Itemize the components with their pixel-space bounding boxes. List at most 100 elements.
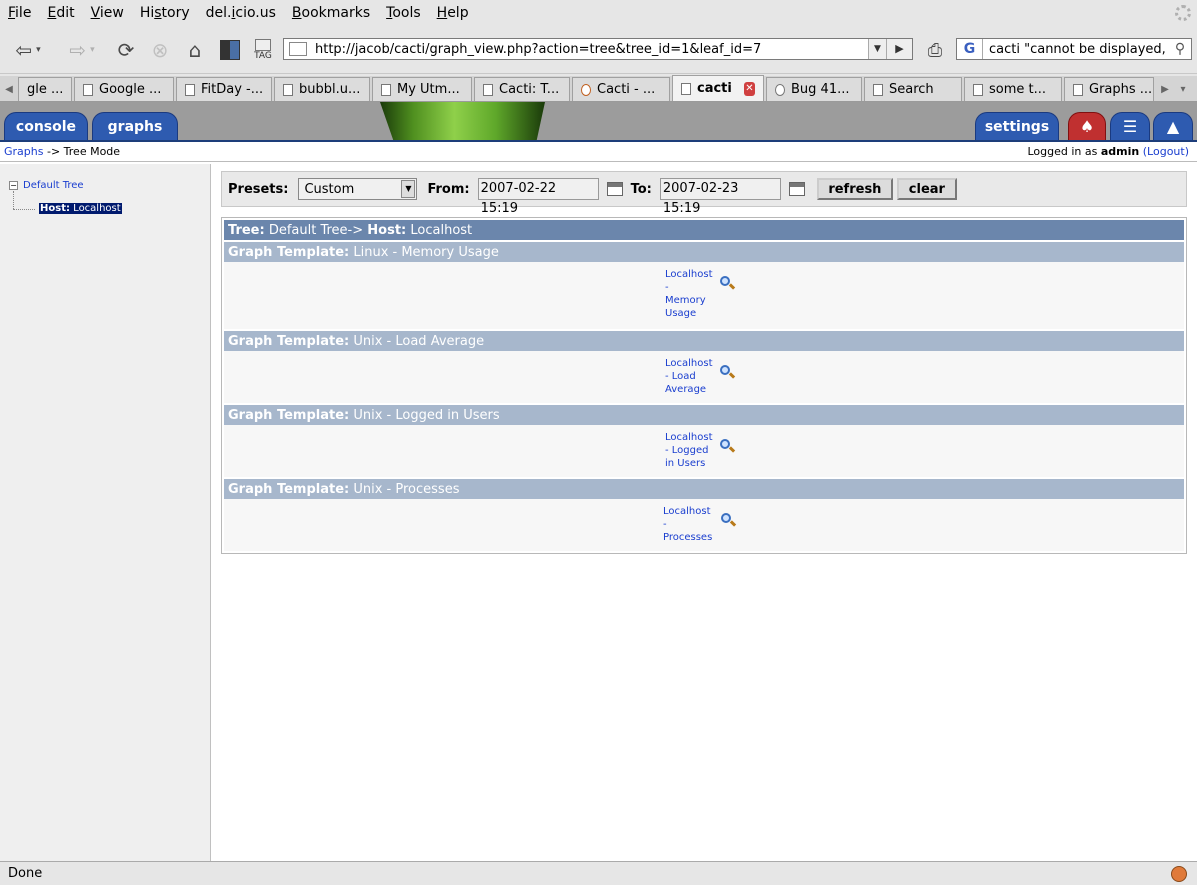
tab-2[interactable]: Google ...	[74, 77, 174, 101]
graph-row: Localhost - Load Average	[224, 351, 1184, 403]
list-view-icon[interactable]: ☰	[1110, 112, 1150, 140]
menu-history[interactable]: History	[132, 5, 198, 21]
tab-list-icon[interactable]: ▾	[1174, 77, 1192, 101]
search-bar[interactable]: G cacti "cannot be displayed, ⚲	[956, 38, 1192, 60]
url-bar[interactable]: http://jacob/cacti/graph_view.php?action…	[283, 38, 913, 60]
login-info: Logged in as admin (Logout)	[1028, 145, 1190, 158]
stop-button[interactable]: ⊗	[148, 36, 172, 64]
graph-link-load[interactable]: Localhost - Load Average	[665, 357, 725, 396]
reload-icon: ⟳	[117, 38, 135, 62]
tab-1[interactable]: gle ...	[18, 77, 72, 101]
menu-file[interactable]: File	[0, 5, 39, 21]
preview-view-icon[interactable]: ▲	[1153, 112, 1193, 140]
calendar-icon[interactable]	[606, 182, 623, 196]
graph-link-line: -	[663, 519, 667, 530]
logout-link[interactable]: (Logout)	[1143, 145, 1189, 158]
tab-scroll-right-icon[interactable]: ▶	[1156, 77, 1174, 101]
tab-console[interactable]: console	[4, 112, 88, 140]
template-header: Graph Template: Unix - Load Average	[224, 331, 1184, 351]
presets-select[interactable]: Custom ▼	[298, 178, 418, 200]
bugzilla-icon	[775, 83, 785, 96]
graph-link-line: Localhost	[665, 358, 713, 369]
clear-button[interactable]: clear	[896, 178, 957, 200]
menu-edit[interactable]: Edit	[39, 5, 82, 21]
tab-12[interactable]: Graphs ...	[1064, 77, 1154, 101]
template-label: Graph Template:	[228, 333, 350, 349]
tab-label: gle ...	[27, 82, 64, 97]
delicious-icon	[220, 40, 240, 60]
graph-link-memory[interactable]: Localhost - Memory Usage	[665, 268, 725, 320]
url-dropdown-button[interactable]: ▼	[868, 39, 886, 59]
breadcrumb-graphs-link[interactable]: Graphs	[4, 145, 43, 158]
template-header: Graph Template: Unix - Logged in Users	[224, 405, 1184, 425]
tree-connector	[13, 191, 14, 209]
tab-5[interactable]: My Utm...	[372, 77, 472, 101]
chevron-down-icon[interactable]: ▼	[401, 180, 416, 198]
login-user: admin	[1100, 145, 1140, 158]
tab-graphs[interactable]: graphs	[92, 112, 178, 140]
dropdown-icon[interactable]: ▾	[36, 45, 41, 55]
menu-help[interactable]: Help	[429, 5, 477, 21]
go-button[interactable]: ▶	[886, 39, 912, 59]
tree-root-link[interactable]: Default Tree	[23, 180, 84, 191]
addon-face-icon[interactable]	[1171, 866, 1187, 882]
delicious-button[interactable]	[218, 36, 242, 64]
print-button[interactable]: ⎙	[922, 36, 948, 64]
template-name: Linux - Memory Usage	[353, 244, 499, 260]
tab-settings[interactable]: settings	[975, 112, 1059, 140]
tab-label: bubbl.u...	[299, 82, 361, 97]
tab-10[interactable]: Search	[864, 77, 962, 101]
home-button[interactable]: ⌂	[182, 36, 208, 64]
to-date-input[interactable]: 2007-02-23 15:19	[659, 178, 781, 216]
tab-9[interactable]: Bug 41...	[766, 77, 862, 101]
search-input[interactable]: cacti "cannot be displayed,	[989, 42, 1169, 57]
menu-delicious[interactable]: del.icio.us	[198, 5, 284, 21]
calendar-icon[interactable]	[788, 182, 805, 196]
tree-sidebar: − Default Tree Host: Localhost	[0, 164, 211, 861]
graph-link-processes[interactable]: Localhost - Processes	[663, 505, 723, 544]
dropdown-icon[interactable]: ▾	[90, 45, 95, 55]
menu-view[interactable]: View	[83, 5, 132, 21]
graphs-panel: Tree: Default Tree-> Host: Localhost Gra…	[221, 217, 1187, 554]
menu-bookmarks[interactable]: Bookmarks	[284, 5, 378, 21]
zoom-icon[interactable]	[719, 275, 736, 291]
search-icon[interactable]: ⚲	[1169, 41, 1191, 57]
tag-button[interactable]: TAG	[250, 36, 276, 64]
page-icon	[185, 83, 195, 96]
forward-button[interactable]: ⇨ ▾	[60, 36, 104, 64]
graph-link-line: Localhost	[665, 269, 713, 280]
tree-leaf-localhost[interactable]: Host: Localhost	[39, 203, 122, 214]
tree-root[interactable]: − Default Tree	[9, 180, 84, 191]
tree-view-icon[interactable]: ♠	[1068, 112, 1106, 140]
stop-icon: ⊗	[151, 38, 169, 62]
tab-8-active[interactable]: cacti ✕	[672, 75, 764, 101]
status-text: Done	[8, 866, 43, 881]
google-engine-icon[interactable]: G	[957, 39, 983, 59]
zoom-icon[interactable]	[719, 364, 736, 380]
presets-value: Custom	[304, 181, 355, 197]
tab-6[interactable]: Cacti: T...	[474, 77, 570, 101]
tab-label: some t...	[989, 82, 1047, 97]
print-icon: ⎙	[927, 39, 943, 61]
tree-header: Tree: Default Tree-> Host: Localhost	[224, 220, 1184, 240]
zoom-icon[interactable]	[719, 438, 736, 454]
tree-header-value: Default Tree->	[268, 222, 364, 238]
tab-label: Graphs ...	[1089, 82, 1153, 97]
zoom-icon[interactable]	[720, 512, 737, 528]
graph-link-users[interactable]: Localhost - Logged in Users	[665, 431, 725, 470]
menu-tools[interactable]: Tools	[378, 5, 429, 21]
back-button[interactable]: ⇦ ▾	[8, 36, 48, 64]
tab-7[interactable]: Cacti - ...	[572, 77, 670, 101]
navigation-toolbar: ⇦ ▾ ⇨ ▾ ⟳ ⊗ ⌂ TAG http://jacob/cacti/graph…	[0, 26, 1197, 74]
collapse-icon[interactable]: −	[9, 181, 18, 190]
refresh-button[interactable]: refresh	[816, 178, 893, 200]
url-input[interactable]: http://jacob/cacti/graph_view.php?action…	[315, 42, 868, 57]
close-tab-icon[interactable]: ✕	[743, 81, 755, 96]
tab-4[interactable]: bubbl.u...	[274, 77, 370, 101]
tab-3[interactable]: FitDay -...	[176, 77, 272, 101]
page-icon	[1073, 83, 1083, 96]
reload-button[interactable]: ⟳	[114, 36, 138, 64]
tab-scroll-left-icon[interactable]: ◀	[0, 77, 18, 101]
from-date-input[interactable]: 2007-02-22 15:19	[477, 178, 599, 216]
tab-11[interactable]: some t...	[964, 77, 1062, 101]
